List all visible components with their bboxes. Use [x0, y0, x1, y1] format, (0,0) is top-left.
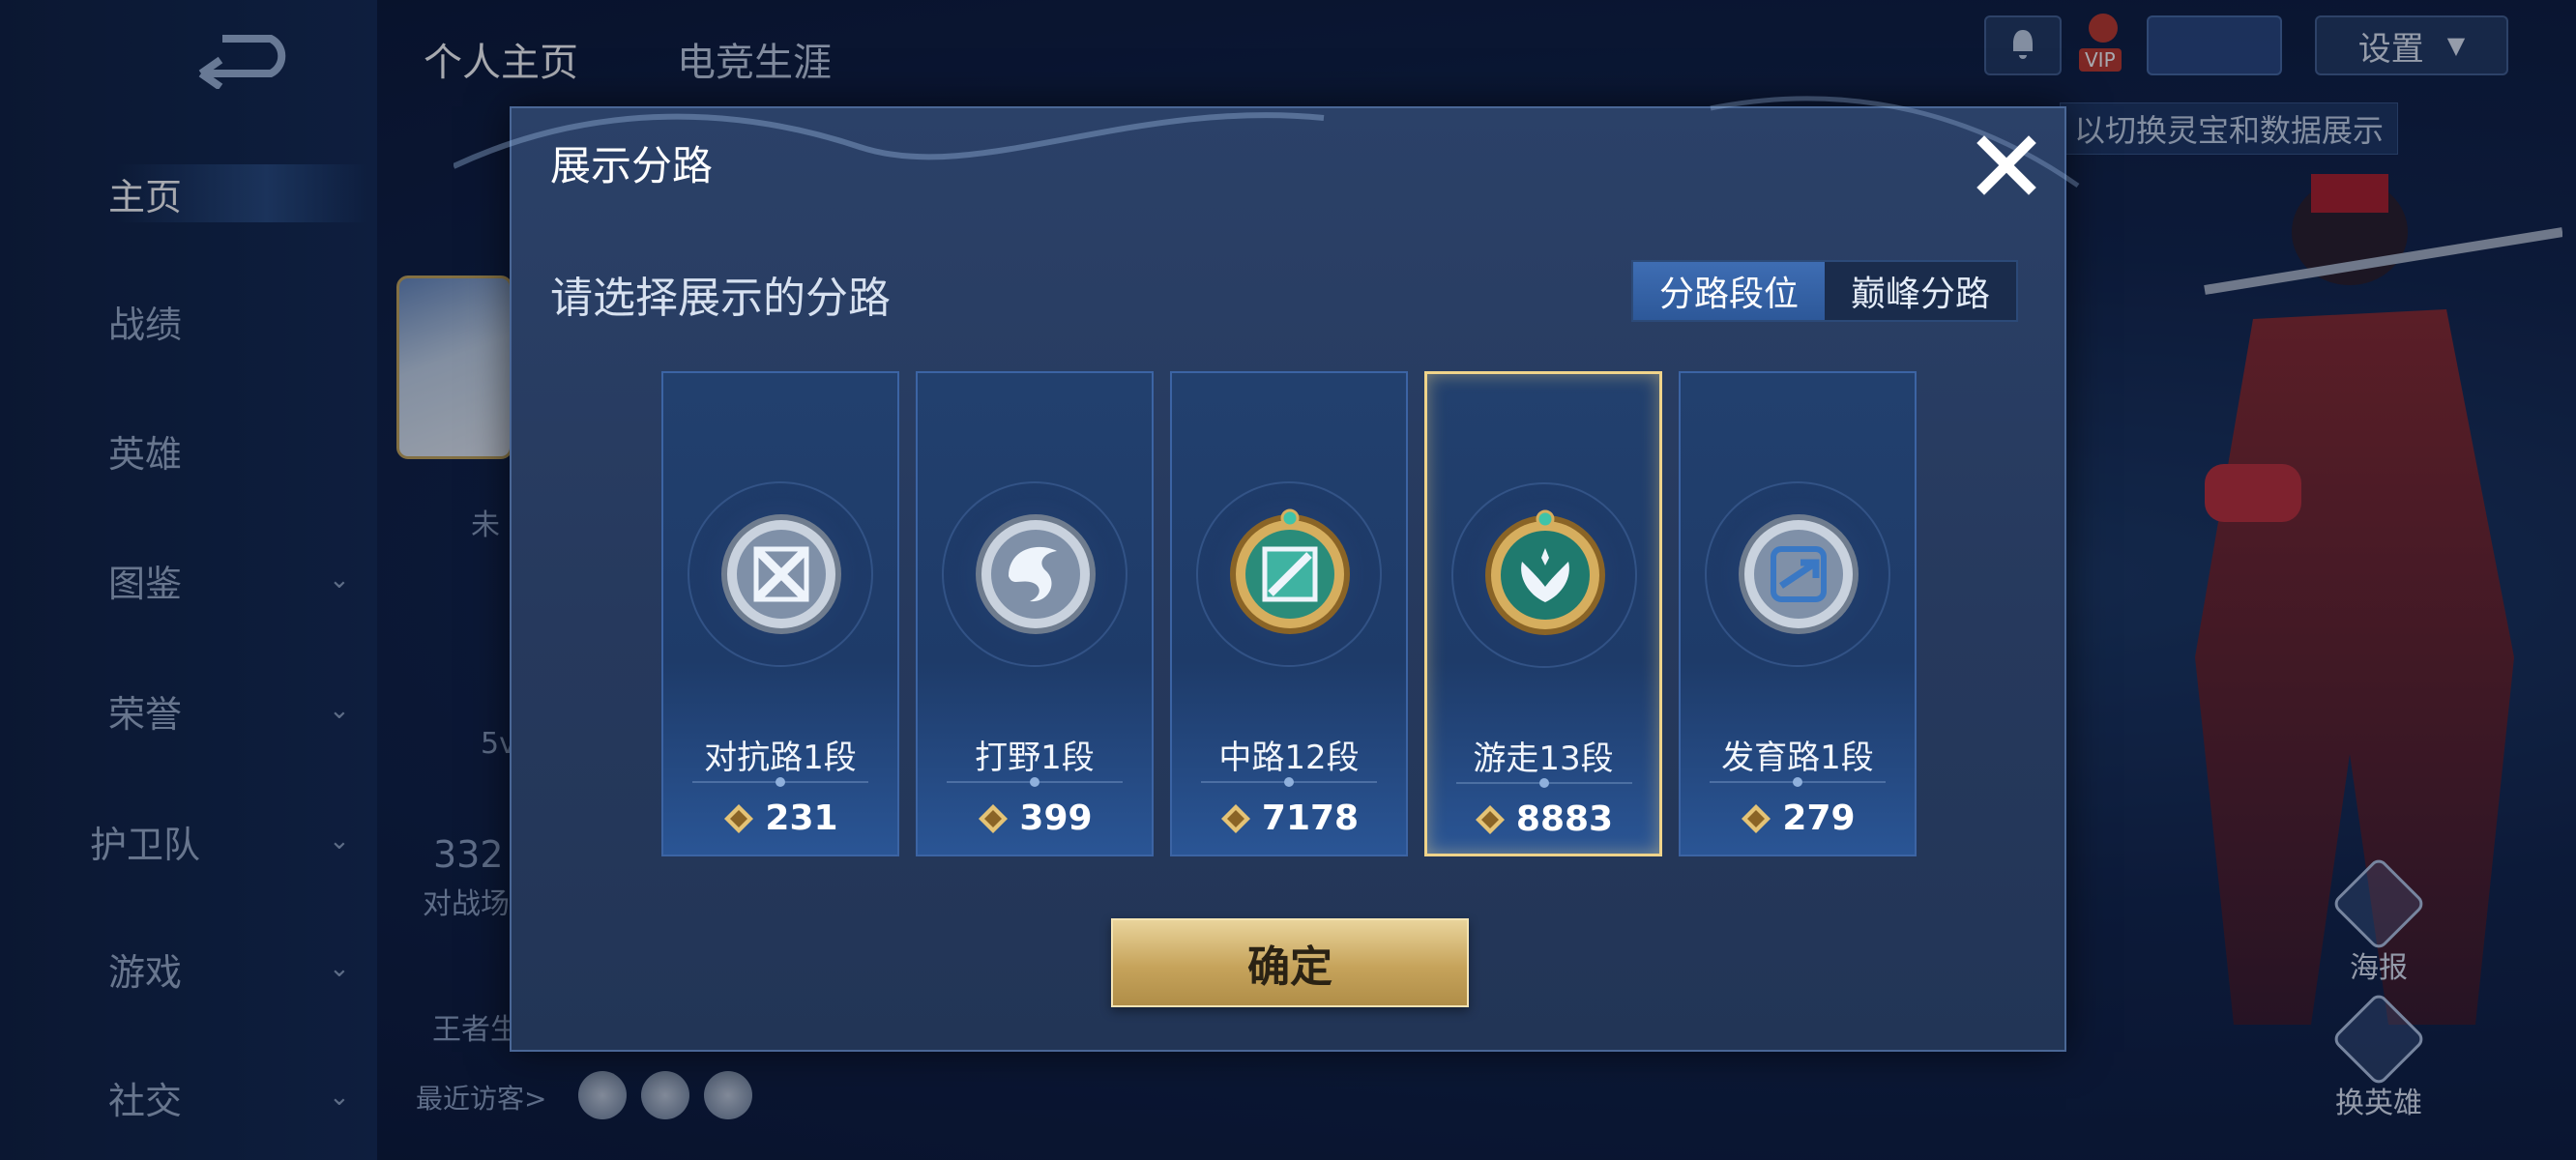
lane-rank-label: 游走13段: [1473, 740, 1614, 778]
lane-card[interactable]: 打野1段 399: [916, 371, 1154, 856]
divider: [692, 777, 868, 787]
rank-points-icon: [1475, 804, 1505, 834]
lane-rank-label: 发育路1段: [1721, 739, 1874, 777]
lane-score-value: 231: [765, 798, 838, 838]
lane-score: 399: [918, 798, 1152, 838]
lane-mode-toggle: 分路段位 巅峰分路: [1631, 260, 2018, 322]
lane-emblem-crossed-swords-icon: [721, 514, 841, 634]
lane-emblem-wand-icon: [1230, 508, 1350, 634]
lane-score: 8883: [1427, 799, 1659, 839]
dialog-subtitle: 请选择展示的分路: [550, 274, 891, 323]
rank-points-icon: [1742, 803, 1771, 833]
divider: [947, 777, 1123, 787]
confirm-button[interactable]: 确定: [1111, 918, 1469, 1007]
lane-score: 231: [663, 798, 897, 838]
divider: [1201, 777, 1377, 787]
lane-score: 279: [1681, 798, 1915, 838]
divider: [1456, 778, 1632, 788]
tab-peak-lane[interactable]: 巅峰分路: [1825, 262, 2016, 320]
close-icon: [1976, 135, 2036, 195]
lane-score-value: 8883: [1515, 799, 1614, 839]
lane-rank-label: 打野1段: [975, 739, 1095, 777]
tab-lane-rank[interactable]: 分路段位: [1633, 262, 1825, 320]
lane-emblem-wings-icon: [1485, 509, 1605, 635]
lane-score: 7178: [1172, 798, 1406, 838]
lane-card[interactable]: 发育路1段 279: [1679, 371, 1917, 856]
lane-card-selected[interactable]: 游走13段 8883: [1424, 371, 1662, 856]
rank-points-icon: [1220, 803, 1250, 833]
lane-score-value: 399: [1019, 798, 1093, 838]
lane-emblem-dragon-icon: [976, 514, 1096, 634]
lane-select-dialog: 展示分路 请选择展示的分路 分路段位 巅峰分路 对抗路1段 231 打野1段 399 中…: [454, 96, 2080, 1052]
lane-emblem-arrow-target-icon: [1739, 514, 1859, 634]
lane-score-value: 279: [1782, 798, 1856, 838]
lane-card[interactable]: 对抗路1段 231: [661, 371, 899, 856]
rank-points-icon: [979, 803, 1009, 833]
lane-rank-label: 中路12段: [1218, 739, 1360, 777]
close-button[interactable]: [1967, 126, 2046, 205]
rank-points-icon: [724, 803, 754, 833]
divider: [1710, 777, 1886, 787]
lane-card-list: 对抗路1段 231 打野1段 399 中路12段 7178 游走13段 8883 发育路1段 27…: [661, 371, 1917, 856]
dialog-title: 展示分路: [550, 142, 714, 189]
lane-rank-label: 对抗路1段: [704, 739, 857, 777]
lane-score-value: 7178: [1261, 798, 1360, 838]
lane-card[interactable]: 中路12段 7178: [1170, 371, 1408, 856]
